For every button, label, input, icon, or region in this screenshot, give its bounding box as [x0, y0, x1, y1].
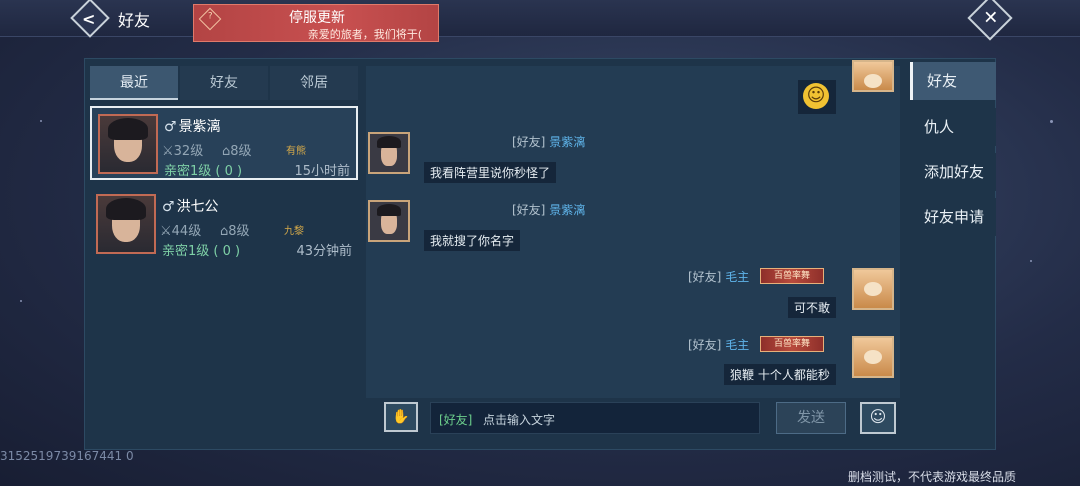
- star-decoration: [40, 120, 42, 122]
- avatar[interactable]: [852, 60, 894, 92]
- house-level: ⌂8级: [222, 144, 252, 159]
- notice-title: 停服更新: [289, 10, 345, 26]
- avatar: [96, 194, 156, 254]
- sender-name[interactable]: 景紫漓: [549, 135, 585, 149]
- avatar: [98, 114, 158, 174]
- channel-tag: [好友]: [439, 413, 473, 427]
- sender-name[interactable]: 毛主: [725, 338, 749, 352]
- channel-tag: [好友]: [512, 203, 546, 217]
- page-title: 好友: [118, 11, 151, 30]
- tab-recent[interactable]: 最近: [90, 66, 178, 100]
- message-sender: [好友] 毛主: [688, 336, 749, 353]
- star-decoration: [20, 300, 22, 302]
- friend-tabs: 最近 好友 邻居: [90, 66, 360, 100]
- user-id: 3152519739167441 0: [0, 449, 134, 463]
- test-disclaimer: 删档测试，不代表游戏最终品质: [848, 470, 1017, 484]
- avatar[interactable]: [368, 132, 410, 174]
- friend-name: ♂ 景紫漓: [164, 116, 221, 136]
- house-level-value: 8级: [228, 224, 250, 239]
- gender-male-icon: ♂: [162, 199, 175, 215]
- message-bubble: 我看阵营里说你秒怪了: [424, 162, 557, 183]
- top-bar: < 好友 ✕: [0, 0, 1080, 41]
- sender-name[interactable]: 毛主: [725, 270, 749, 284]
- maintenance-notice[interactable]: ? 停服更新 亲爱的旅者，我们将于(: [193, 4, 439, 42]
- title-badge: 百兽率舞: [760, 336, 824, 352]
- avatar[interactable]: [852, 336, 894, 378]
- voice-input-button[interactable]: ✋: [384, 402, 418, 432]
- back-arrow-icon: <: [82, 9, 96, 29]
- smile-icon: ☺: [869, 407, 887, 426]
- close-button[interactable]: ✕: [967, 0, 1013, 41]
- channel-tag: [好友]: [512, 135, 546, 149]
- message-bubble: 可不敢: [788, 297, 837, 318]
- friend-name-text: 景紫漓: [178, 119, 221, 135]
- house-level-value: 8级: [230, 144, 252, 159]
- send-button[interactable]: 发送: [776, 402, 846, 434]
- side-tab-friend-requests[interactable]: 好友申请: [910, 198, 996, 236]
- sender-name[interactable]: 景紫漓: [549, 203, 585, 217]
- input-placeholder: 点击输入文字: [483, 413, 556, 427]
- avatar[interactable]: [852, 268, 894, 310]
- last-online: 43分钟前: [296, 244, 352, 259]
- tab-friends[interactable]: 好友: [180, 66, 268, 100]
- channel-tag: [好友]: [688, 270, 722, 284]
- intimacy-level: 亲密1级 ( 0 ): [162, 244, 241, 259]
- house-level: ⌂8级: [220, 224, 250, 239]
- avatar[interactable]: [368, 200, 410, 242]
- notice-text: 亲爱的旅者，我们将于(: [307, 28, 422, 41]
- back-button[interactable]: <: [70, 0, 110, 38]
- friend-name: ♂ 洪七公: [162, 196, 219, 216]
- side-tab-add-friend[interactable]: 添加好友: [910, 153, 996, 191]
- message-sender: [好友] 景紫漓: [512, 201, 585, 218]
- close-x-icon: ✕: [983, 7, 999, 29]
- star-decoration: [1030, 260, 1032, 262]
- star-decoration: [1050, 120, 1053, 123]
- friend-list-item[interactable]: ♂ 景紫漓 ⚔32级 ⌂8级 有熊 亲密1级 ( 0 ) 15小时前: [90, 106, 358, 180]
- message-sender: [好友] 毛主: [688, 268, 749, 285]
- side-tab-enemies[interactable]: 仇人: [910, 108, 996, 146]
- side-tab-friends[interactable]: 好友: [910, 62, 996, 100]
- title-badge: 百兽率舞: [760, 268, 824, 284]
- combat-level: ⚔32级: [162, 144, 204, 159]
- emoji-message: ☺: [798, 80, 836, 114]
- last-online: 15小时前: [294, 164, 350, 179]
- smile-icon: ☺: [803, 83, 829, 109]
- combat-level: ⚔44级: [160, 224, 202, 239]
- combat-level-value: 44级: [171, 224, 202, 239]
- friend-list-item[interactable]: ♂ 洪七公 ⚔44级 ⌂8级 九黎 亲密1级 ( 0 ) 43分钟前: [90, 188, 358, 262]
- hand-icon: ✋: [392, 409, 410, 425]
- chat-input[interactable]: [好友] 点击输入文字: [430, 402, 760, 434]
- gender-male-icon: ♂: [164, 119, 177, 135]
- combat-level-value: 32级: [173, 144, 204, 159]
- guild-name: 有熊: [286, 146, 306, 157]
- intimacy-level: 亲密1级 ( 0 ): [164, 164, 243, 179]
- message-bubble: 我就搜了你名字: [424, 230, 521, 251]
- friend-name-text: 洪七公: [176, 199, 219, 215]
- channel-tag: [好友]: [688, 338, 722, 352]
- message-sender: [好友] 景紫漓: [512, 133, 585, 150]
- emoji-button[interactable]: ☺: [860, 402, 896, 434]
- tab-neighbors[interactable]: 邻居: [270, 66, 358, 100]
- guild-name: 九黎: [284, 226, 304, 237]
- chat-input-row: ✋ [好友] 点击输入文字 发送 ☺: [384, 402, 900, 438]
- message-bubble: 狼鞭 十个人都能秒: [724, 364, 836, 385]
